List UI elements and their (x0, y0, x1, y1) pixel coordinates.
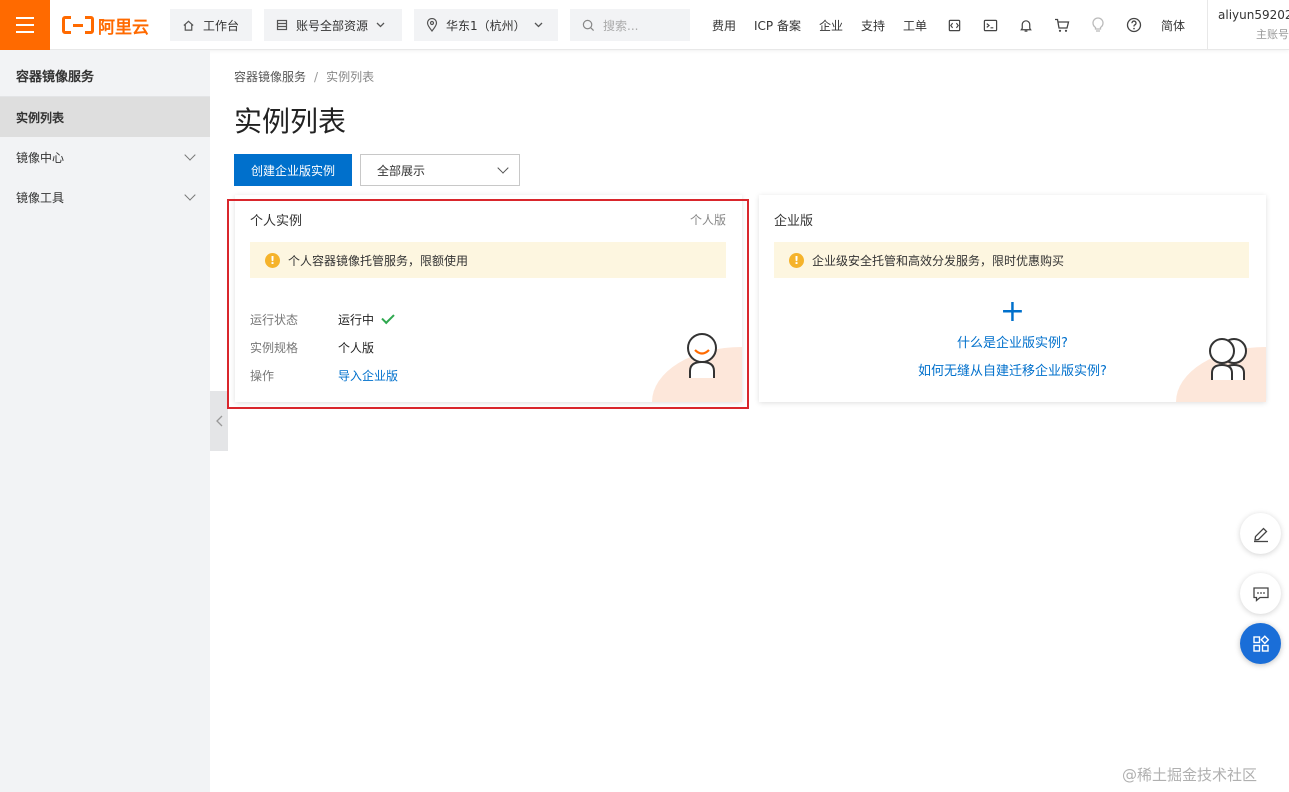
info-key: 实例规格 (250, 341, 299, 355)
group-avatar-icon (1209, 338, 1247, 380)
search-placeholder: 搜索... (603, 18, 639, 33)
nav-enterprise[interactable]: 企业 (810, 17, 852, 34)
aliyun-logo[interactable]: 阿里云 (62, 13, 149, 38)
breadcrumb-root[interactable]: 容器镜像服务 (234, 70, 306, 84)
apps-grid-icon (1252, 634, 1269, 652)
chevron-left-icon (215, 415, 222, 427)
what-is-enterprise-link[interactable]: 什么是企业版实例? (957, 336, 1068, 351)
sidebar-item-image-tools[interactable]: 镜像工具 (0, 177, 210, 217)
code-icon[interactable] (936, 18, 972, 33)
language-switch[interactable]: 简体 (1152, 17, 1194, 34)
bulb-icon[interactable] (1080, 17, 1116, 33)
sidebar-item-label: 镜像中心 (16, 150, 65, 165)
info-key: 操作 (250, 369, 275, 383)
home-icon (183, 20, 194, 31)
check-icon (381, 310, 395, 325)
resources-label: 账号全部资源 (296, 18, 369, 33)
sidebar-item-image-center[interactable]: 镜像中心 (0, 137, 210, 177)
card-title: 企业版 (774, 214, 814, 229)
workbench-button[interactable]: 工作台 (170, 9, 252, 41)
info-row-status: 运行状态 运行中 (250, 310, 395, 328)
breadcrumb: 容器镜像服务 / 实例列表 (234, 68, 374, 85)
sidebar-item-label: 镜像工具 (16, 190, 65, 205)
list-icon (276, 19, 288, 31)
migration-guide-link[interactable]: 如何无缝从自建迁移企业版实例? (918, 364, 1107, 379)
chevron-down-icon (184, 149, 196, 161)
pencil-icon (1253, 527, 1268, 542)
personal-instance-card[interactable]: 个人实例 个人版 ! 个人容器镜像托管服务，限额使用 运行状态 运行中 实例规格… (235, 195, 742, 402)
nav-billing[interactable]: 费用 (703, 17, 745, 34)
spec-value: 个人版 (338, 341, 375, 355)
nav-icp[interactable]: ICP 备案 (745, 17, 810, 34)
top-bar: 阿里云 工作台 账号全部资源 华东1（杭州） 搜索... 费用 ICP 备案 企… (0, 0, 1289, 50)
terminal-icon[interactable] (972, 18, 1008, 33)
breadcrumb-current: 实例列表 (326, 70, 375, 84)
menu-icon[interactable] (0, 0, 50, 50)
chat-icon (1252, 586, 1269, 602)
resources-dropdown[interactable]: 账号全部资源 (264, 9, 402, 41)
warning-icon: ! (265, 252, 280, 268)
apps-button[interactable] (1240, 623, 1281, 664)
sidebar-collapse-handle[interactable] (210, 391, 228, 451)
location-icon (426, 18, 438, 32)
notice-banner: ! 个人容器镜像托管服务，限额使用 (250, 242, 726, 278)
user-type: 主账号 (1256, 28, 1289, 41)
info-row-spec: 实例规格 个人版 (250, 339, 374, 356)
notice-text: 个人容器镜像托管服务，限额使用 (288, 253, 469, 268)
card-title: 个人实例 (250, 214, 303, 229)
region-label: 华东1（杭州） (446, 18, 526, 33)
instance-filter-value: 全部展示 (377, 163, 426, 178)
person-avatar-icon (687, 333, 717, 378)
sidebar-item-instance-list[interactable]: 实例列表 (0, 97, 210, 137)
info-row-action: 操作 导入企业版 (250, 367, 398, 384)
warning-icon: ! (789, 252, 804, 268)
notice-text: 企业级安全托管和高效分发服务，限时优惠购买 (812, 253, 1065, 268)
nav-support[interactable]: 支持 (852, 17, 894, 34)
create-enterprise-instance-button[interactable]: 创建企业版实例 (234, 154, 352, 186)
region-dropdown[interactable]: 华东1（杭州） (414, 9, 558, 41)
top-nav: 费用 ICP 备案 企业 支持 工单 简体 (703, 0, 1194, 50)
notice-banner: ! 企业级安全托管和高效分发服务，限时优惠购买 (774, 242, 1249, 278)
workbench-label: 工作台 (203, 18, 240, 33)
sidebar-title: 容器镜像服务 (0, 50, 210, 97)
user-account[interactable]: aliyun59202... 主账号 (1207, 0, 1289, 50)
nav-ticket[interactable]: 工单 (894, 17, 936, 34)
breadcrumb-separator: / (314, 70, 319, 84)
bell-icon[interactable] (1008, 18, 1044, 33)
info-key: 运行状态 (250, 313, 299, 327)
help-icon[interactable] (1116, 17, 1152, 33)
edition-tag: 个人版 (689, 213, 726, 227)
logo-text: 阿里云 (98, 17, 149, 38)
sidebar: 容器镜像服务 实例列表 镜像中心 镜像工具 (0, 50, 210, 792)
user-name: aliyun59202... (1218, 8, 1289, 22)
cart-icon[interactable] (1044, 18, 1080, 33)
page-title: 实例列表 (234, 105, 347, 138)
chevron-down-icon (184, 189, 196, 201)
search-icon (582, 19, 595, 31)
sidebar-item-label: 实例列表 (16, 110, 65, 125)
chevron-down-icon (534, 22, 543, 28)
search-input[interactable]: 搜索... (570, 9, 690, 41)
enterprise-instance-card[interactable]: 企业版 ! 企业级安全托管和高效分发服务，限时优惠购买 + 什么是企业版实例? … (759, 195, 1266, 402)
status-value: 运行中 (338, 313, 375, 327)
chat-button[interactable] (1240, 573, 1281, 614)
chevron-down-icon (376, 22, 385, 28)
instance-filter-select[interactable]: 全部展示 (360, 154, 520, 186)
logo-mark-icon (62, 15, 94, 35)
chevron-down-icon (497, 162, 509, 174)
watermark: @稀土掘金技术社区 (1122, 766, 1258, 784)
import-enterprise-link[interactable]: 导入企业版 (338, 367, 398, 384)
edit-feedback-button[interactable] (1240, 513, 1281, 554)
add-enterprise-instance-icon[interactable]: + (759, 297, 1266, 327)
